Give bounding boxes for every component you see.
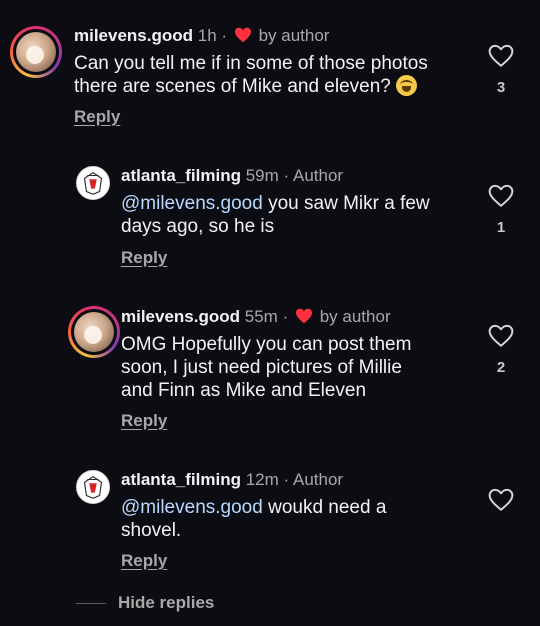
comment-header: milevens.good 55m · by author <box>121 307 391 329</box>
username[interactable]: milevens.good <box>74 26 193 45</box>
heart-outline-icon[interactable] <box>488 44 514 68</box>
comment-text-line: OMG Hopefully you can post them <box>121 334 412 355</box>
timestamp: 1h <box>197 26 217 45</box>
comment-text: Can you tell me if in some of those phot… <box>74 52 428 98</box>
comment-text-line: there are scenes of Mike and eleven? <box>74 76 391 97</box>
heart-outline-icon[interactable] <box>488 488 514 512</box>
avatar[interactable] <box>10 26 62 78</box>
username[interactable]: atlanta_filming <box>121 166 241 185</box>
avatar[interactable] <box>68 306 120 358</box>
comment-text-line: days ago, so he is <box>121 216 275 237</box>
author-badge: Author <box>292 166 344 185</box>
heart-outline-icon[interactable] <box>488 324 514 348</box>
timestamp: 55m <box>244 307 278 326</box>
loudly-crying-face-icon <box>396 75 418 96</box>
separator: · <box>283 470 290 489</box>
comment-text-line: soon, I just need pictures of Millie <box>121 357 402 378</box>
author-badge: Author <box>292 470 344 489</box>
heart-outline-icon[interactable] <box>488 184 514 208</box>
comment-text-line: and Finn as Mike and Eleven <box>121 380 367 401</box>
comment-text: OMG Hopefully you can post them soon, I … <box>121 333 411 402</box>
like-count: 1 <box>496 219 506 236</box>
comment-header: milevens.good 1h · by author <box>74 26 329 48</box>
username[interactable]: milevens.good <box>121 307 240 326</box>
separator: · <box>221 26 228 45</box>
separator: · <box>283 166 290 185</box>
timestamp: 12m <box>245 470 279 489</box>
comment-text: @milevens.good woukd need a shovel. <box>121 496 386 542</box>
comment-text: @milevens.good you saw Mikr a few days a… <box>121 192 430 238</box>
liked-by-author-badge: by author <box>258 26 330 45</box>
separator: · <box>282 307 289 326</box>
like-count: 3 <box>496 79 506 96</box>
liked-by-author-badge: by author <box>319 307 391 326</box>
reply-button[interactable]: Reply <box>121 248 167 268</box>
reply-button[interactable]: Reply <box>74 107 120 127</box>
red-heart-icon <box>234 27 252 48</box>
reply-button[interactable]: Reply <box>121 411 167 431</box>
timestamp: 59m <box>245 166 279 185</box>
comment-header: atlanta_filming 12m · Author <box>121 470 343 490</box>
like-count: 2 <box>496 359 506 376</box>
username[interactable]: atlanta_filming <box>121 470 241 489</box>
divider <box>76 602 106 604</box>
comment-text-line: Can you tell me if in some of those phot… <box>74 53 428 74</box>
avatar[interactable] <box>76 166 110 200</box>
comment-text-line: woukd need a <box>262 497 387 518</box>
hide-replies-button[interactable]: Hide replies <box>76 592 214 614</box>
comment-text-line: shovel. <box>121 520 182 541</box>
comment-text-line: you saw Mikr a few <box>262 193 430 214</box>
mention-link[interactable]: @milevens.good <box>121 497 263 518</box>
mention-link[interactable]: @milevens.good <box>121 193 263 214</box>
reply-button[interactable]: Reply <box>121 551 167 571</box>
avatar[interactable] <box>76 470 110 504</box>
comment-header: atlanta_filming 59m · Author <box>121 166 343 186</box>
red-heart-icon <box>295 308 313 329</box>
hide-replies-label: Hide replies <box>118 593 215 612</box>
